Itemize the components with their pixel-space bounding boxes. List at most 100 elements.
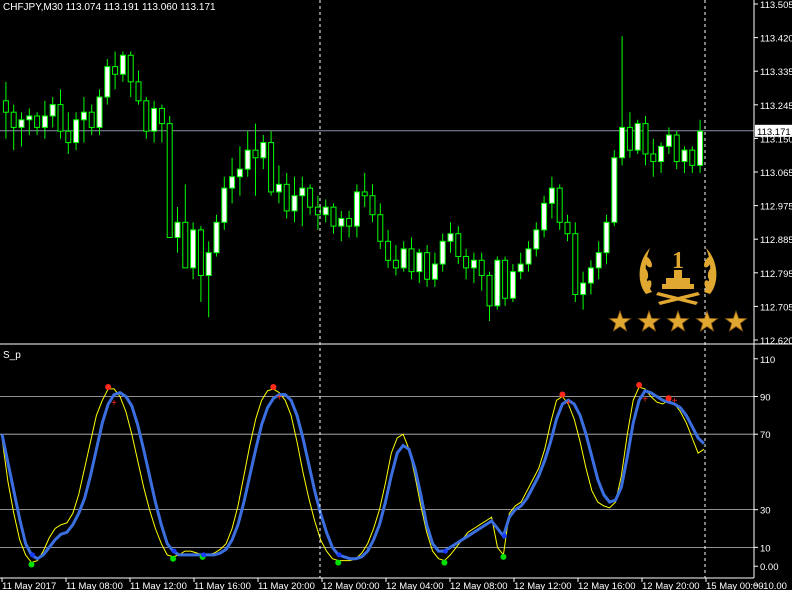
chart-header: CHFJPY,M30 113.074 113.191 113.060 113.1…: [3, 2, 216, 13]
candle: [517, 252, 524, 280]
sell-cross-mark: +: [642, 394, 648, 405]
candle: [689, 146, 696, 173]
sell-cross-mark: +: [276, 392, 282, 403]
candle-body: [127, 54, 134, 83]
candle-body: [338, 218, 345, 227]
candle-body: [80, 111, 87, 121]
candle: [119, 51, 126, 82]
candle: [658, 142, 665, 173]
time-tick-label: 11 May 20:00: [258, 581, 315, 590]
star-icon: [608, 309, 632, 332]
candle-body: [104, 66, 111, 98]
candle-body: [572, 233, 579, 295]
sell-signal-dot: [559, 391, 566, 398]
candle: [158, 104, 165, 143]
candle-body: [392, 259, 399, 269]
candle-body: [135, 81, 142, 102]
price-tick-label: 112.620: [760, 336, 792, 347]
candle: [346, 210, 353, 238]
candle: [587, 260, 594, 295]
candle: [447, 222, 454, 253]
sell-cross-mark: +: [111, 398, 117, 409]
candle-body: [509, 271, 516, 299]
candle-body: [158, 107, 165, 125]
candle: [236, 146, 243, 196]
candle: [353, 184, 360, 238]
candle-body: [564, 221, 571, 235]
candle-body: [431, 263, 438, 280]
indicator-name: S_p: [3, 350, 21, 361]
candle-body: [658, 145, 665, 163]
time-tick-label: 15 May 00:00: [706, 581, 764, 590]
candle: [197, 226, 204, 303]
candle: [572, 222, 579, 303]
buy-cross-mark: [201, 552, 207, 558]
buy-signal-dot: [28, 561, 35, 568]
candle-body: [619, 126, 626, 159]
candle-body: [486, 274, 493, 307]
candle: [400, 241, 407, 272]
candle: [338, 210, 345, 242]
candle: [57, 89, 64, 139]
candle: [143, 97, 150, 139]
candle: [650, 138, 657, 177]
candle-body: [34, 115, 41, 128]
candle-body: [119, 54, 126, 75]
candle-body: [252, 149, 259, 159]
candle: [80, 97, 87, 143]
candle: [18, 112, 25, 147]
ohlc-values: 113.074 113.191 113.060 113.171: [65, 2, 216, 13]
candle: [681, 146, 688, 173]
candle-body: [697, 130, 704, 166]
candle-body: [642, 123, 649, 155]
candle: [34, 112, 41, 135]
candle: [330, 203, 337, 234]
candle: [322, 199, 329, 223]
candle-body: [369, 195, 376, 216]
time-tick-label: 12 May 08:00: [450, 581, 508, 590]
candle-body: [268, 142, 275, 193]
candle-body: [2, 100, 9, 113]
candle: [65, 112, 72, 154]
star-icon: [724, 309, 748, 332]
candle: [166, 116, 173, 238]
candle-body: [197, 229, 204, 276]
candle-body: [424, 252, 431, 280]
star-icon: [666, 309, 690, 332]
candle: [213, 214, 220, 257]
indicator-tick-label: -10.00: [760, 581, 787, 590]
candle-body: [455, 233, 462, 257]
candle: [190, 222, 197, 280]
candle-body: [221, 187, 228, 223]
candle: [73, 112, 80, 151]
buy-cross-mark: [336, 552, 342, 558]
candle-body: [626, 126, 633, 151]
candle: [2, 81, 9, 139]
candle: [49, 97, 56, 128]
price-tick-label: 112.975: [760, 202, 792, 213]
candle-body: [478, 259, 485, 276]
candle-body: [330, 206, 337, 227]
candle: [244, 131, 251, 177]
buy-cross-mark: [29, 552, 35, 558]
candle-body: [517, 263, 524, 273]
time-tick-label: 11 May 08:00: [66, 581, 123, 590]
candle-body: [634, 123, 641, 151]
price-tick-label: 112.705: [760, 302, 792, 313]
candle-body: [673, 134, 680, 163]
candle: [556, 184, 563, 230]
candle: [361, 172, 368, 208]
candle: [439, 233, 446, 272]
candle: [385, 229, 392, 268]
candle-body: [541, 202, 548, 231]
indicator-pane[interactable]: + + + + +: [0, 382, 754, 568]
candle-body: [174, 221, 181, 238]
candle: [10, 104, 17, 151]
candle-body: [73, 119, 80, 144]
price-tick-label: 113.245: [760, 101, 792, 112]
rating-stars: [608, 309, 748, 332]
price-tick-label: 113.065: [760, 168, 792, 179]
candle: [369, 184, 376, 223]
buy-signal-dot: [170, 555, 177, 562]
candle: [41, 100, 48, 139]
